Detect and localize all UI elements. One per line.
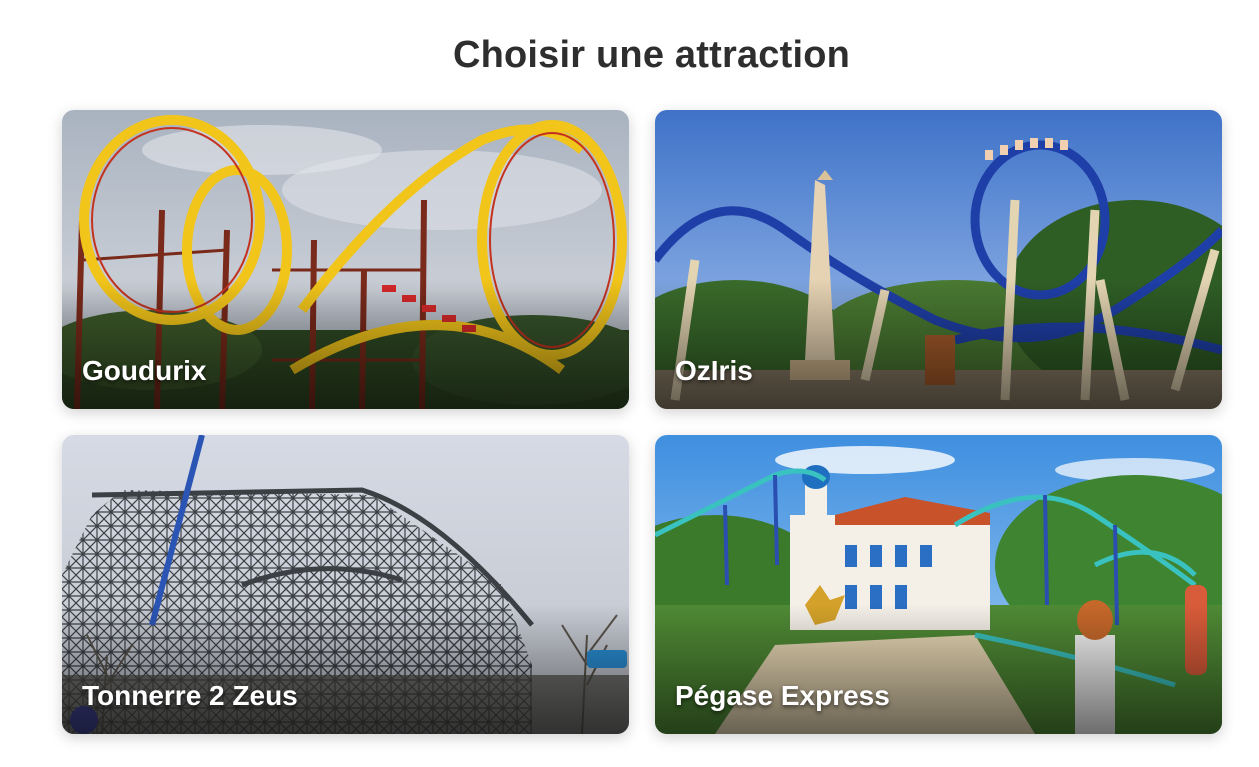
attraction-card-pegase-express[interactable]: Pégase Express [655, 435, 1222, 734]
attraction-name: OzIris [675, 355, 753, 386]
attraction-card-tonnerre-2-zeus[interactable]: Tonnerre 2 Zeus [62, 435, 629, 734]
attraction-name: Goudurix [82, 355, 207, 386]
attraction-name: Pégase Express [675, 680, 890, 711]
page-title: Choisir une attraction [452, 34, 851, 76]
attraction-card-goudurix[interactable]: Goudurix [62, 110, 629, 409]
attraction-name: Tonnerre 2 Zeus [82, 680, 298, 711]
attraction-card-oziris[interactable]: OzIris [655, 110, 1222, 409]
